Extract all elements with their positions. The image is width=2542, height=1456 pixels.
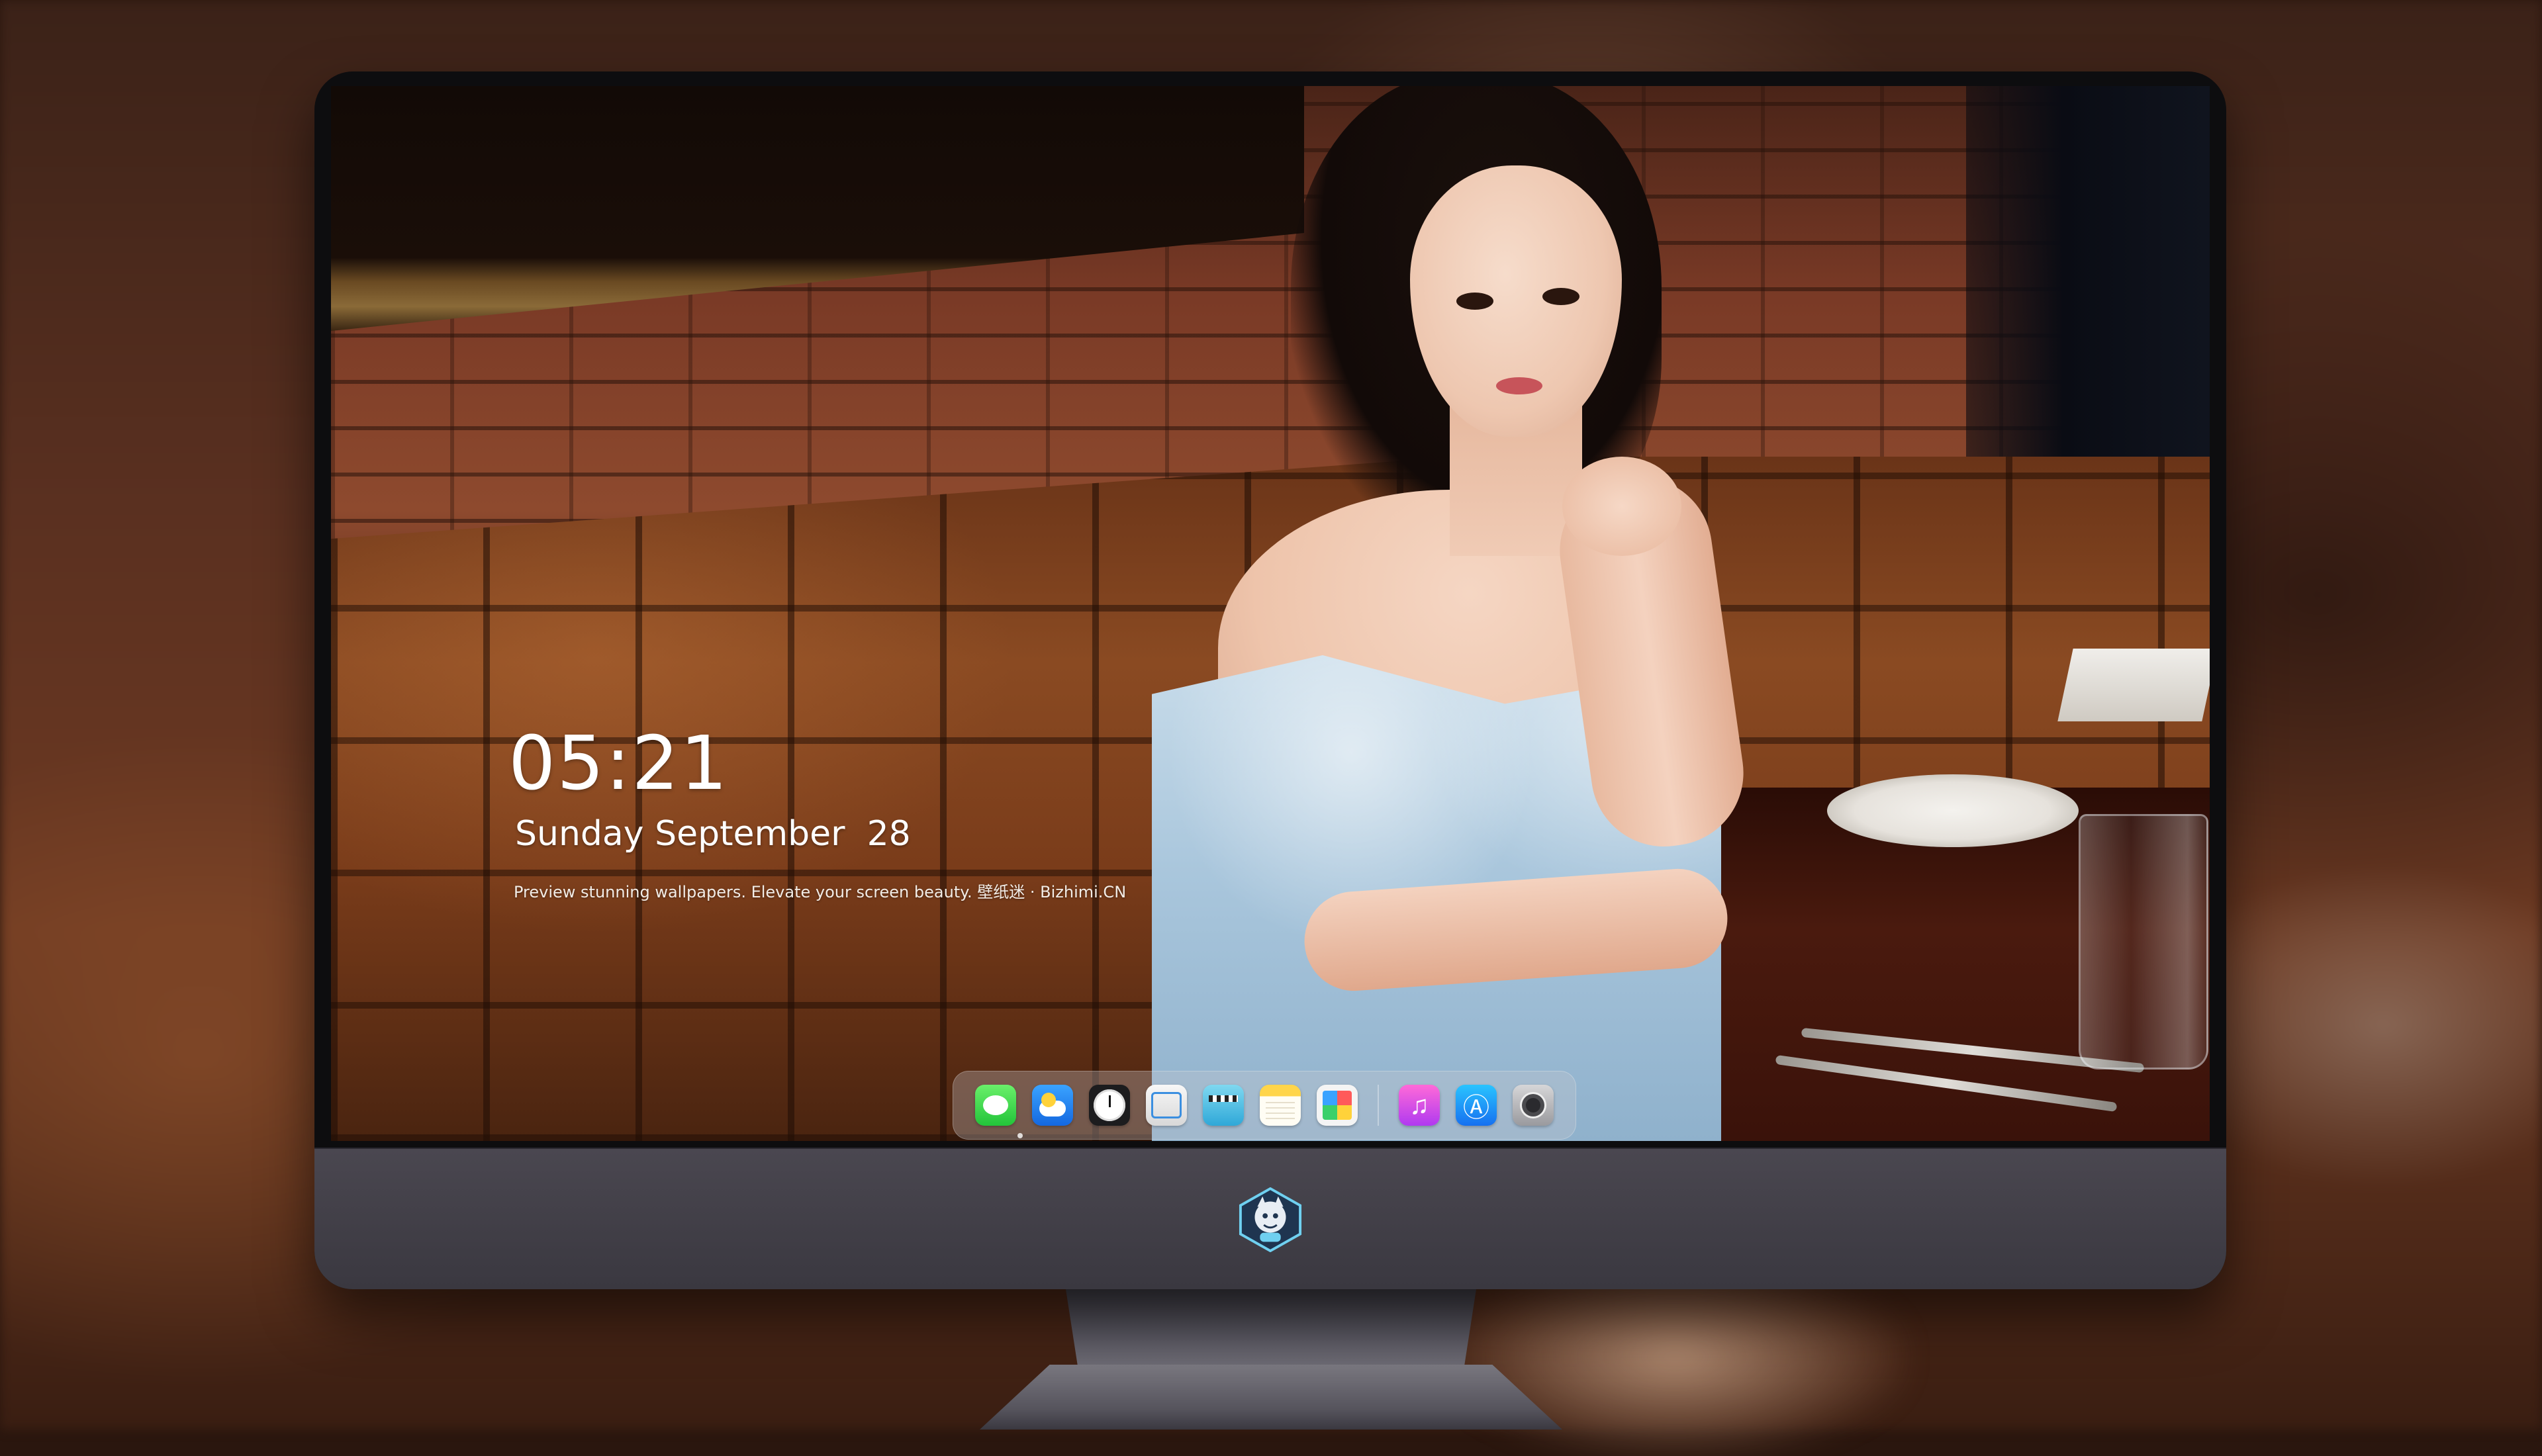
woman-eye <box>1456 293 1493 310</box>
lock-screen-date: Sunday September 28 <box>515 814 911 854</box>
dock: ♫ Ⓐ <box>953 1071 1576 1140</box>
screen-wallpaper: 05:21 Sunday September 28 Preview stunni… <box>331 86 2210 1141</box>
woman-hand <box>1562 457 1681 556</box>
music-icon[interactable]: ♫ <box>1399 1085 1440 1126</box>
photos-icon[interactable] <box>1317 1085 1358 1126</box>
monitor: 05:21 Sunday September 28 Preview stunni… <box>314 71 2226 1289</box>
camera-icon[interactable] <box>1513 1085 1554 1126</box>
monitor-chin <box>314 1148 2226 1289</box>
plate <box>1827 774 2079 847</box>
bizhimi-logo-icon <box>1239 1187 1302 1252</box>
clips-icon[interactable] <box>1203 1085 1244 1126</box>
monitor-stand-neck <box>1066 1289 1476 1369</box>
weather-icon[interactable] <box>1032 1085 1073 1126</box>
lock-screen-tagline: Preview stunning wallpapers. Elevate you… <box>514 883 1127 901</box>
dock-separator <box>1378 1085 1379 1126</box>
woman-lips <box>1496 377 1542 394</box>
messages-icon[interactable] <box>975 1085 1016 1126</box>
woman-eye <box>1542 288 1579 305</box>
notes-icon[interactable] <box>1260 1085 1301 1126</box>
water-glass <box>2079 814 2208 1069</box>
preview-icon[interactable] <box>1146 1085 1187 1126</box>
app-store-icon[interactable]: Ⓐ <box>1456 1085 1497 1126</box>
napkin <box>2057 649 2210 721</box>
clock-icon[interactable] <box>1089 1085 1130 1126</box>
monitor-stand-base <box>980 1365 1562 1430</box>
lock-screen-time: 05:21 <box>508 721 729 807</box>
running-indicator <box>1017 1133 1023 1138</box>
